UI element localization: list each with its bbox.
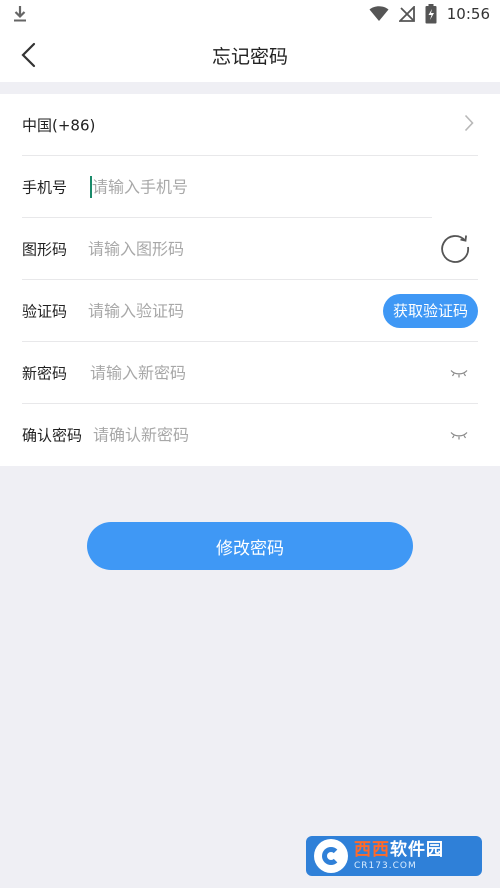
page-title: 忘记密码: [211, 46, 288, 68]
navigation-bar: 忘记密码: [0, 28, 500, 82]
sms-code-label: 验证码: [22, 302, 68, 321]
sms-code-row: 验证码 获取验证码: [0, 280, 500, 342]
reset-password-form: 中国(+86) 手机号 图形码 验证码 获取验证码 新密码 确认密码: [0, 94, 500, 466]
confirm-password-row: 确认密码: [0, 404, 500, 466]
captcha-row: 图形码: [0, 218, 500, 280]
phone-row: 手机号: [0, 156, 500, 218]
get-code-button[interactable]: 获取验证码: [382, 294, 478, 328]
captcha-label: 图形码: [22, 240, 68, 259]
phone-label: 手机号: [22, 178, 68, 197]
chevron-right-icon: [464, 114, 474, 136]
battery-charging-icon: [425, 4, 437, 24]
wifi-icon: [369, 6, 389, 22]
watermark-url: CR173.COM: [354, 860, 417, 871]
confirm-password-label: 确认密码: [22, 426, 83, 445]
watermark-highlight: 西西: [354, 839, 390, 860]
status-bar: 10:56: [0, 0, 500, 28]
logo-icon: [314, 839, 348, 873]
country-selector[interactable]: 中国(+86): [0, 94, 500, 156]
eye-closed-icon[interactable]: [450, 426, 468, 445]
watermark-logo: 西西软件园 CR173.COM: [306, 836, 482, 876]
sms-code-input[interactable]: [88, 301, 328, 321]
status-time: 10:56: [446, 5, 490, 23]
watermark-name: 软件园: [390, 839, 444, 860]
country-label: 中国(+86): [22, 116, 96, 135]
new-password-row: 新密码: [0, 342, 500, 404]
refresh-icon[interactable]: [438, 230, 472, 268]
confirm-password-input[interactable]: [93, 425, 353, 445]
change-password-button[interactable]: 修改密码: [87, 522, 413, 570]
phone-input[interactable]: [92, 177, 352, 197]
new-password-label: 新密码: [22, 364, 68, 383]
captcha-input[interactable]: [88, 239, 348, 259]
eye-closed-icon[interactable]: [450, 364, 468, 383]
new-password-input[interactable]: [90, 363, 350, 383]
download-icon: [12, 5, 28, 23]
no-signal-icon: [398, 6, 415, 22]
